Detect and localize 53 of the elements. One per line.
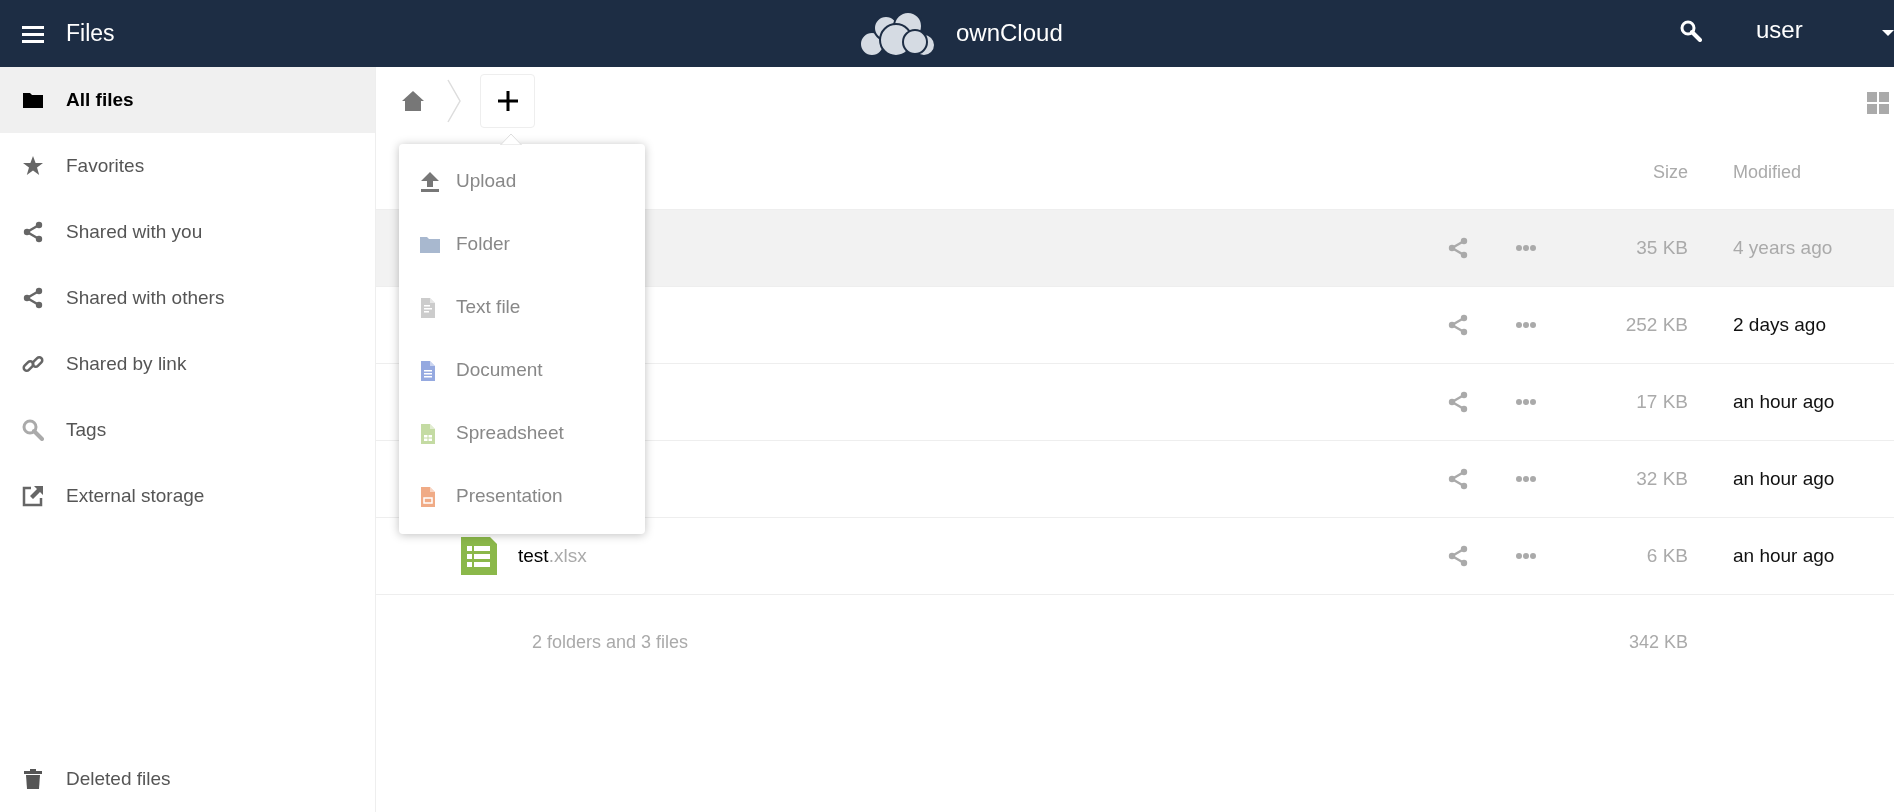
file-size: 17 KB [1635,389,1688,414]
share-icon [22,221,44,243]
sidebar-item[interactable]: Shared with others [0,265,375,331]
share-icon[interactable] [1447,545,1469,567]
modified-date: an hour ago [1732,466,1836,491]
share-icon[interactable] [1447,391,1469,413]
modified-date: 2 days ago [1732,312,1827,337]
user-menu[interactable]: user [1756,12,1803,48]
sidebar-item[interactable]: Shared by link [0,331,375,397]
file-size: 6 KB [1645,543,1688,568]
more-icon[interactable] [1515,321,1537,329]
new-button[interactable] [480,74,535,128]
sidebar-item[interactable]: Tags [0,397,375,463]
more-icon[interactable] [1515,552,1537,560]
share-icon[interactable] [1447,468,1469,490]
menu-item[interactable]: Upload [399,150,645,213]
file-size: 252 KB [1624,312,1688,337]
upload-icon [419,170,441,193]
share-icon [22,287,44,309]
modified-date: an hour ago [1732,389,1836,414]
search-icon [22,419,44,441]
modified-date: 4 years ago [1732,235,1834,260]
breadcrumb-chevron-icon [447,79,461,123]
file-name[interactable]: test.xlsx [518,541,587,571]
external-link-icon [22,485,44,507]
link-icon [22,353,44,375]
more-icon[interactable] [1515,475,1537,483]
more-icon[interactable] [1515,398,1537,406]
file-size: 35 KB [1635,235,1688,260]
sidebar-item[interactable]: External storage [0,463,375,529]
home-icon[interactable] [401,90,425,112]
trash-icon [22,768,44,790]
file-size: 32 KB [1635,466,1688,491]
grid-view-icon[interactable] [1867,92,1889,114]
total-size: 342 KB [1627,630,1688,654]
spreadsheet-icon [460,536,498,576]
summary-text: 2 folders and 3 files [531,630,690,654]
sidebar-item[interactable]: All files [0,67,375,133]
modified-date: an hour ago [1732,543,1836,568]
share-icon[interactable] [1447,237,1469,259]
sidebar-item[interactable]: Favorites [0,133,375,199]
plus-icon [497,91,518,111]
sidebar-item[interactable]: Deleted files [0,746,375,812]
app-title: Files [66,19,115,49]
share-icon[interactable] [1447,314,1469,336]
star-icon [22,155,44,177]
menu-item[interactable]: Folder [399,213,645,276]
caret-icon[interactable] [1882,30,1894,37]
more-icon[interactable] [1515,244,1537,252]
menu-icon[interactable] [22,24,44,43]
brand-name: ownCloud [956,18,1063,48]
search-icon[interactable] [1680,20,1702,42]
sidebar-item[interactable]: Shared with you [0,199,375,265]
